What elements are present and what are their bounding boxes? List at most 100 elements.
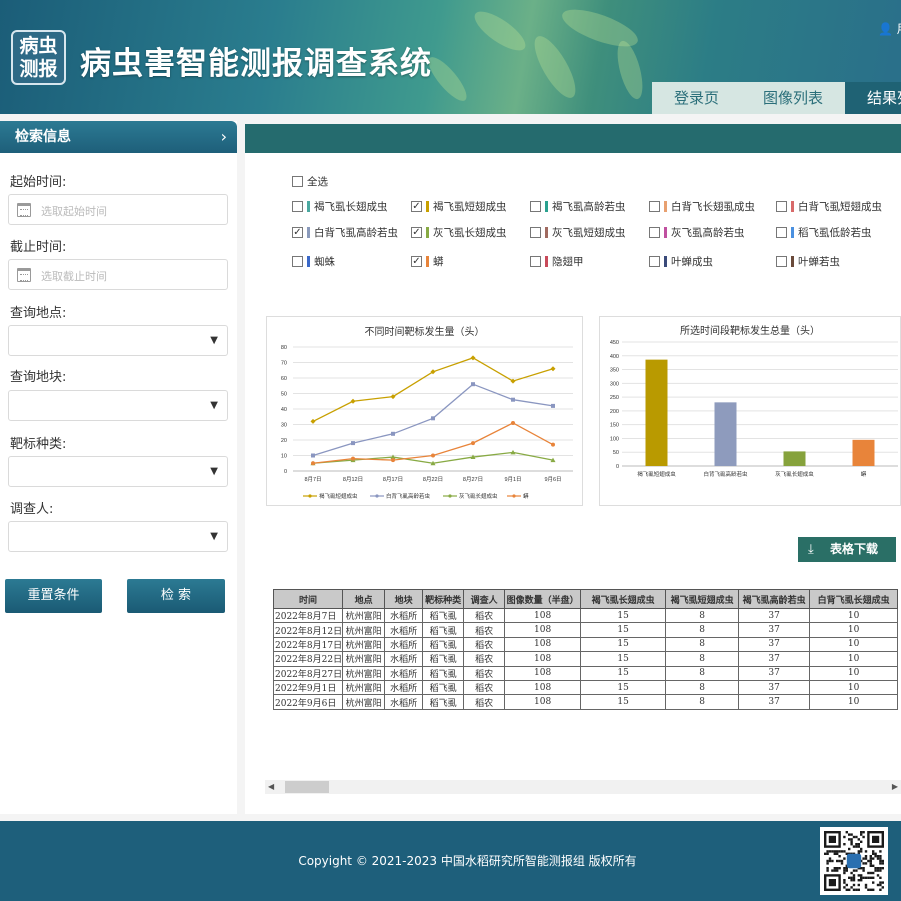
checkbox-unchecked[interactable] bbox=[649, 201, 660, 212]
qr-module bbox=[864, 886, 868, 889]
tab-login[interactable]: 登录页 bbox=[652, 82, 742, 114]
scroll-right-icon[interactable]: ▶ bbox=[892, 780, 898, 794]
qr-module bbox=[860, 840, 863, 843]
checkbox-unchecked[interactable] bbox=[292, 201, 303, 212]
qr-module bbox=[872, 871, 875, 875]
qr-module bbox=[869, 857, 872, 860]
tab-results[interactable]: 结果列 bbox=[845, 82, 901, 114]
qr-module bbox=[836, 867, 839, 870]
target-filter-checkbox[interactable]: ✓ 灰飞虱长翅成虫 bbox=[411, 225, 507, 240]
target-filter-checkbox[interactable]: 叶蝉成虫 bbox=[649, 254, 713, 269]
color-swatch bbox=[426, 201, 429, 212]
checkbox-unchecked[interactable] bbox=[649, 227, 660, 238]
checkbox-checked[interactable]: ✓ bbox=[411, 227, 422, 238]
checkbox-unchecked[interactable] bbox=[292, 256, 303, 267]
qr-module bbox=[843, 857, 846, 860]
target-filter-checkbox[interactable]: 白背飞长翅虱成虫 bbox=[649, 199, 755, 214]
table-cell: 水稻所 bbox=[384, 679, 424, 696]
qr-module bbox=[833, 852, 836, 855]
qr-module bbox=[869, 855, 872, 858]
table-cell: 稻飞虱 bbox=[422, 679, 465, 696]
qr-module bbox=[857, 883, 860, 887]
qr-module bbox=[879, 867, 882, 870]
x-tick-label: 9月6日 bbox=[544, 476, 561, 483]
checkbox-unchecked[interactable] bbox=[649, 256, 660, 267]
target-filter-checkbox[interactable]: 稻飞虱低龄若虫 bbox=[776, 225, 872, 240]
checkbox-unchecked[interactable] bbox=[776, 201, 787, 212]
checkbox-checked[interactable]: ✓ bbox=[292, 227, 303, 238]
end-time-field[interactable]: 选取截止时间 bbox=[8, 259, 228, 290]
bar bbox=[645, 359, 668, 466]
y-tick-label: 100 bbox=[610, 436, 619, 442]
target-filter-checkbox[interactable]: 蜘蛛 bbox=[292, 254, 335, 269]
table-column-header: 时间 bbox=[272, 589, 344, 609]
chevron-right-icon[interactable]: › bbox=[221, 121, 227, 153]
qr-module bbox=[857, 845, 860, 848]
qr-module bbox=[869, 876, 872, 879]
checkbox-box[interactable] bbox=[292, 176, 303, 187]
color-swatch bbox=[664, 201, 667, 212]
dropdown-arrow-icon: ▼ bbox=[210, 466, 218, 477]
color-swatch bbox=[545, 201, 548, 212]
qr-module bbox=[852, 845, 856, 848]
table-cell: 108 bbox=[504, 679, 582, 696]
sidebar-header[interactable]: 检索信息 › bbox=[0, 121, 237, 153]
target-filter-checkbox[interactable]: 褐飞虱长翅成虫 bbox=[292, 199, 388, 214]
data-point bbox=[351, 441, 355, 446]
color-swatch bbox=[791, 201, 794, 212]
target-filter-checkbox[interactable]: 灰飞虱高龄若虫 bbox=[649, 225, 745, 240]
location-select[interactable]: ▼ bbox=[8, 325, 228, 356]
filter-label: 蟒 bbox=[433, 256, 444, 268]
checkbox-unchecked[interactable] bbox=[530, 201, 541, 212]
select-all-checkbox[interactable]: 全选 bbox=[292, 174, 328, 189]
data-point bbox=[471, 441, 475, 446]
checkbox-unchecked[interactable] bbox=[776, 256, 787, 267]
target-type-select[interactable]: ▼ bbox=[8, 456, 228, 487]
table-cell: 水稻所 bbox=[384, 651, 424, 667]
checkbox-unchecked[interactable] bbox=[530, 256, 541, 267]
qr-module bbox=[833, 869, 836, 872]
table-column-header: 地点 bbox=[342, 589, 386, 609]
app-logo: 病虫 测报 bbox=[11, 30, 66, 85]
table-cell: 水稻所 bbox=[384, 694, 424, 710]
table-horizontal-scrollbar[interactable]: ◀ ▶ bbox=[265, 780, 901, 794]
target-filter-checkbox[interactable]: 白背飞虱短翅成虫 bbox=[776, 199, 882, 214]
table-cell: 杭州富阳 bbox=[342, 651, 386, 667]
target-filter-checkbox[interactable]: 灰飞虱短翅成虫 bbox=[530, 225, 626, 240]
qr-finder bbox=[828, 835, 836, 843]
investigator-select[interactable]: ▼ bbox=[8, 521, 228, 552]
download-icon: ⤓ bbox=[808, 542, 814, 557]
table-cell: 2022年8月12日 bbox=[272, 622, 344, 638]
target-filter-checkbox[interactable]: ✓ 褐飞虱短翅成虫 bbox=[411, 199, 507, 214]
qr-module bbox=[843, 850, 846, 853]
user-menu[interactable]: 👤 用 bbox=[878, 20, 901, 37]
qr-module bbox=[843, 886, 846, 889]
reset-button[interactable]: 重置条件 bbox=[5, 579, 102, 613]
data-point bbox=[431, 416, 435, 421]
target-filter-checkbox[interactable]: 褐飞虱高龄若虫 bbox=[530, 199, 626, 214]
table-cell: 10 bbox=[809, 651, 899, 667]
target-filter-checkbox[interactable]: ✓ 白背飞虱高龄若虫 bbox=[292, 225, 398, 240]
scrollbar-thumb[interactable] bbox=[285, 781, 329, 793]
data-point bbox=[350, 398, 356, 404]
table-cell: 水稻所 bbox=[384, 665, 424, 681]
scroll-left-icon[interactable]: ◀ bbox=[268, 780, 274, 794]
target-filter-checkbox[interactable]: ✓ 蟒 bbox=[411, 254, 444, 269]
dropdown-arrow-icon: ▼ bbox=[210, 335, 218, 346]
table-cell: 稻农 bbox=[463, 622, 506, 638]
table-cell: 108 bbox=[504, 622, 582, 638]
plot-select[interactable]: ▼ bbox=[8, 390, 228, 421]
tab-image-list[interactable]: 图像列表 bbox=[741, 82, 846, 114]
start-time-field[interactable]: 选取起始时间 bbox=[8, 194, 228, 225]
table-download-button[interactable]: ⤓ 表格下载 bbox=[798, 537, 896, 562]
qr-module bbox=[850, 876, 853, 879]
checkbox-checked[interactable]: ✓ bbox=[411, 256, 422, 267]
qr-module bbox=[838, 859, 841, 863]
search-button[interactable]: 检 索 bbox=[127, 579, 225, 613]
checkbox-unchecked[interactable] bbox=[530, 227, 541, 238]
target-filter-checkbox[interactable]: 叶蝉若虫 bbox=[776, 254, 840, 269]
target-filter-checkbox[interactable]: 隐翅甲 bbox=[530, 254, 584, 269]
table-cell: 15 bbox=[580, 607, 667, 624]
checkbox-checked[interactable]: ✓ bbox=[411, 201, 422, 212]
checkbox-unchecked[interactable] bbox=[776, 227, 787, 238]
